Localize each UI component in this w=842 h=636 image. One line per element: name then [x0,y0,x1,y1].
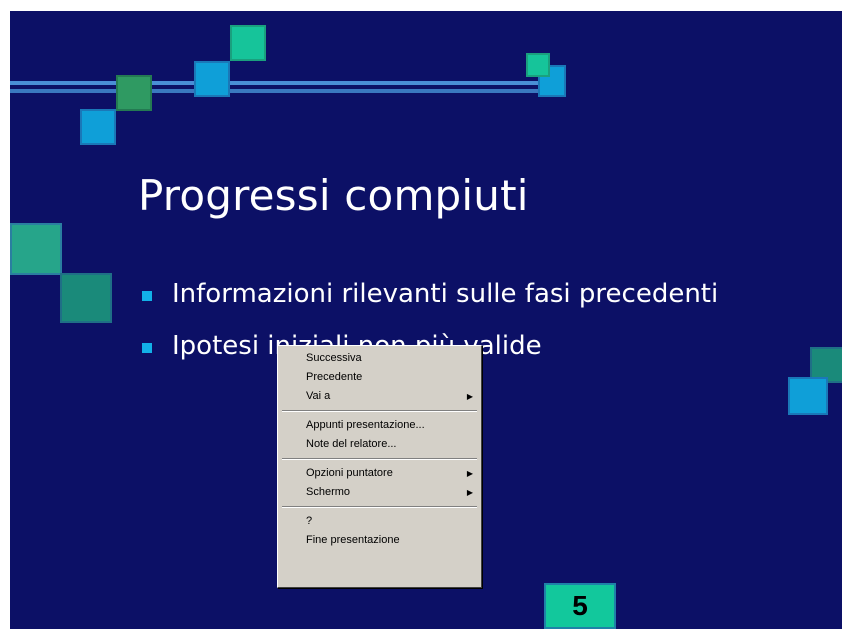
menu-item-label: Appunti presentazione... [306,419,425,431]
menu-item-go-to[interactable]: Vai a ▶ [278,387,481,406]
slide-title: Progressi compiuti [138,171,529,220]
menu-separator [282,410,477,412]
bullet-square-icon [142,343,152,353]
menu-item-end-show[interactable]: Fine presentazione [278,531,481,550]
menu-item-label: Precedente [306,371,363,383]
decorative-square [526,53,550,77]
submenu-arrow-icon: ▶ [466,392,473,401]
decorative-line [10,81,558,85]
bullet-text: Informazioni rilevanti sulle fasi preced… [172,279,719,309]
menu-item-label: ? [306,515,313,527]
menu-item-label: Opzioni puntatore [306,467,393,479]
context-menu[interactable]: Successiva Precedente Vai a ▶ Appunti pre… [277,345,482,588]
decorative-square [194,61,230,97]
menu-separator [282,458,477,460]
decorative-square [788,377,828,415]
menu-item-label: Vai a [306,390,331,402]
bullet-square-icon [142,291,152,301]
decorative-square [60,273,112,323]
menu-item-label: Fine presentazione [306,534,400,546]
menu-item-pointer-options[interactable]: Opzioni puntatore ▶ [278,464,481,483]
menu-item-meeting-notes[interactable]: Appunti presentazione... [278,416,481,435]
decorative-line [10,89,558,93]
decorative-square [80,109,116,145]
submenu-arrow-icon: ▶ [466,488,473,497]
submenu-arrow-icon: ▶ [466,469,473,478]
menu-item-label: Schermo [306,486,351,498]
menu-item-next[interactable]: Successiva [278,349,481,368]
decorative-square [10,223,62,275]
bullet-item: Informazioni rilevanti sulle fasi preced… [140,279,718,331]
menu-item-speaker-notes[interactable]: Note del relatore... [278,435,481,454]
menu-item-label: Successiva [306,352,362,364]
menu-item-screen[interactable]: Schermo ▶ [278,483,481,502]
menu-item-previous[interactable]: Precedente [278,368,481,387]
decorative-square [230,25,266,61]
page-number: 5 [544,583,616,629]
menu-item-help[interactable]: ? [278,512,481,531]
decorative-square [116,75,152,111]
menu-separator [282,506,477,508]
menu-item-label: Note del relatore... [306,438,397,450]
